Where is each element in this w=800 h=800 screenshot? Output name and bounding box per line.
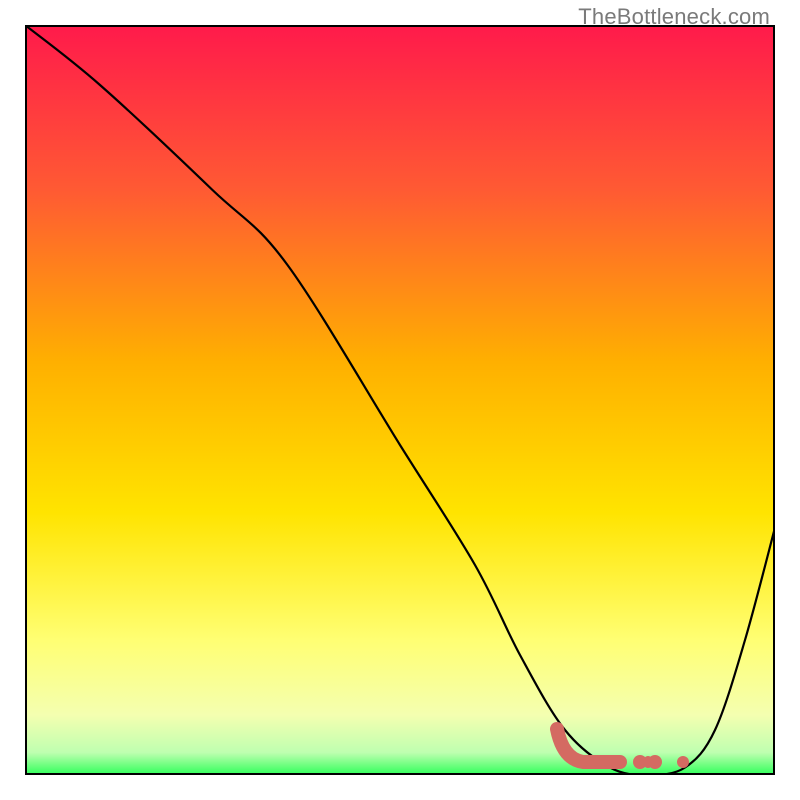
chart-svg [25,25,775,775]
gradient-background [25,25,775,775]
optimum-dash [643,756,653,768]
chart-frame [25,25,775,775]
watermark-text: TheBottleneck.com [578,4,770,30]
optimum-dot [677,756,689,768]
